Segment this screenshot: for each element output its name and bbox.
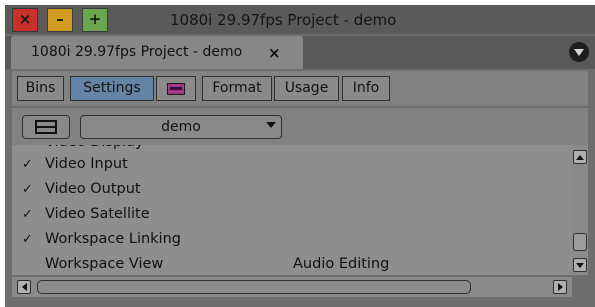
list-item[interactable]: ✓ Video Output xyxy=(12,178,572,203)
tab-settings[interactable]: Settings xyxy=(70,76,154,101)
chevron-down-icon xyxy=(574,48,584,56)
close-tab-icon[interactable]: × xyxy=(268,44,281,62)
scroll-right-button[interactable] xyxy=(553,280,567,294)
scroll-up-button[interactable] xyxy=(573,150,587,164)
minimize-window-button[interactable]: – xyxy=(47,8,73,32)
dropdown-value: demo xyxy=(161,119,201,135)
arrow-down-icon xyxy=(576,262,584,268)
setting-name: Workspace Linking xyxy=(45,231,181,247)
list-item[interactable]: ✓ Video Satellite xyxy=(12,203,572,228)
tab-bins[interactable]: Bins xyxy=(17,76,64,101)
setting-value: Audio Editing xyxy=(293,256,390,272)
close-window-button[interactable]: × xyxy=(12,8,38,32)
panel-menu-button[interactable] xyxy=(569,42,589,62)
settings-user-dropdown[interactable]: demo xyxy=(80,115,282,139)
title-bar[interactable]: × – + 1080i 29.97fps Project - demo xyxy=(5,5,595,34)
project-tab[interactable]: 1080i 29.97fps Project - demo × xyxy=(11,36,303,69)
setting-name: Workspace View xyxy=(45,256,164,272)
checkmark-icon: ✓ xyxy=(22,157,33,172)
vertical-scroll-thumb[interactable] xyxy=(573,233,587,251)
color-swatch-icon xyxy=(167,82,185,95)
setting-name: Video Input xyxy=(45,156,128,172)
checkmark-icon: ✓ xyxy=(22,182,33,197)
arrow-right-icon xyxy=(557,283,563,291)
project-window: × – + 1080i 29.97fps Project - demo 1080… xyxy=(5,5,595,307)
project-tab-label: 1080i 29.97fps Project - demo xyxy=(31,44,243,60)
setting-name: Video Satellite xyxy=(45,206,150,222)
scroll-down-button[interactable] xyxy=(573,258,587,272)
arrow-up-icon xyxy=(576,154,584,160)
tab-usage[interactable]: Usage xyxy=(274,76,339,101)
view-toggle-button[interactable] xyxy=(22,115,70,139)
project-toolbar: Bins Settings Format Usage Info xyxy=(12,71,588,106)
scroll-left-button[interactable] xyxy=(17,280,31,294)
settings-list[interactable]: Video Display ✓ Video Input ✓ Video Outp… xyxy=(12,145,572,275)
list-item[interactable]: Workspace View Audio Editing xyxy=(12,253,572,275)
list-item[interactable]: ✓ Workspace Linking xyxy=(12,228,572,253)
dropdown-arrow-icon xyxy=(266,122,276,128)
zoom-window-button[interactable]: + xyxy=(82,8,108,32)
tab-info[interactable]: Info xyxy=(342,76,390,101)
arrow-left-icon xyxy=(21,283,27,291)
tab-color[interactable] xyxy=(156,76,196,101)
tab-strip: 1080i 29.97fps Project - demo × xyxy=(5,36,595,69)
list-item[interactable]: ✓ Video Input xyxy=(12,153,572,178)
vertical-scrollbar[interactable] xyxy=(572,145,588,275)
horizontal-scroll-thumb[interactable] xyxy=(37,280,471,294)
list-item-partial: Video Display xyxy=(12,145,572,150)
settings-selector-row: demo xyxy=(12,108,588,145)
window-title: 1080i 29.97fps Project - demo xyxy=(170,11,397,29)
setting-name: Video Output xyxy=(45,181,141,197)
horizontal-scrollbar[interactable] xyxy=(12,277,572,297)
tab-format[interactable]: Format xyxy=(202,76,272,101)
split-view-icon xyxy=(35,120,57,134)
resize-handle[interactable] xyxy=(572,277,588,297)
checkmark-icon: ✓ xyxy=(22,232,33,247)
checkmark-icon: ✓ xyxy=(22,207,33,222)
